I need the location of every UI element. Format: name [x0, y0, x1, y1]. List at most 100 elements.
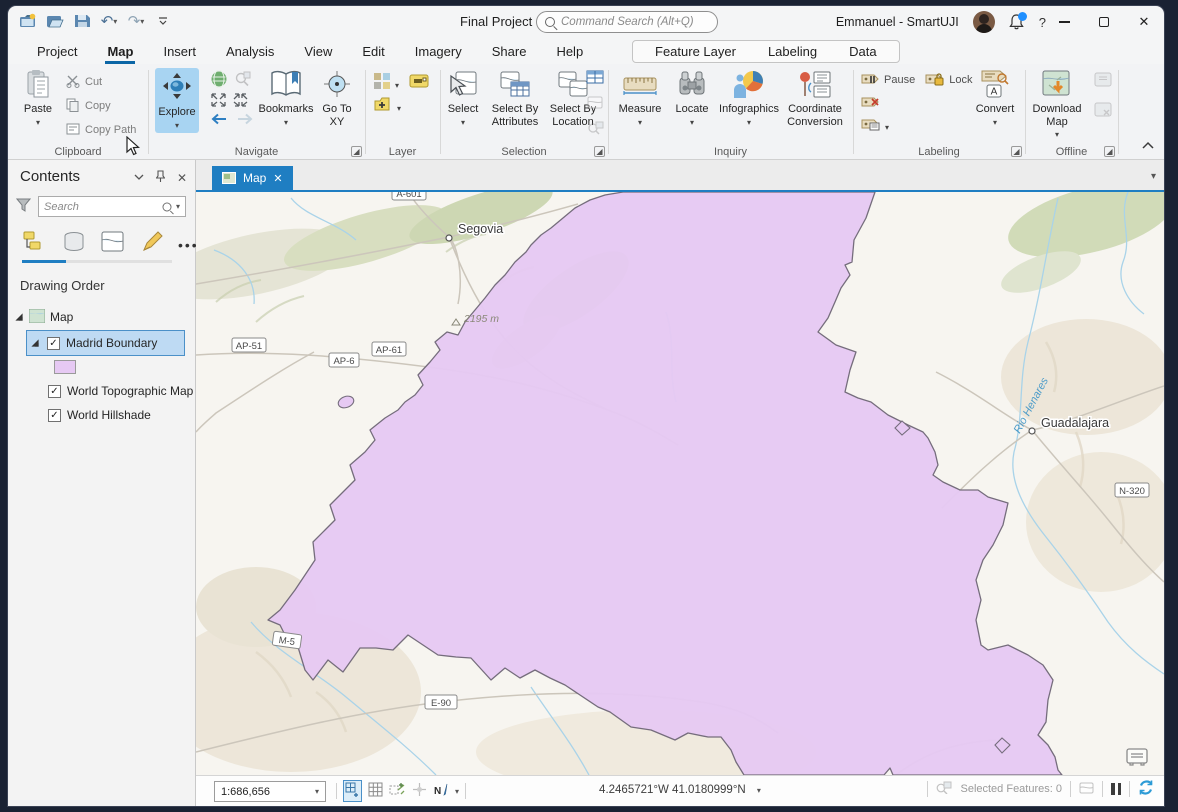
- madrid-boundary-symbol-row[interactable]: [8, 356, 195, 378]
- measure-button[interactable]: Measure: [614, 68, 666, 128]
- locate-button[interactable]: Locate: [668, 68, 716, 128]
- expander-icon[interactable]: [15, 313, 22, 320]
- contents-search-input[interactable]: [44, 201, 158, 213]
- tab-share[interactable]: Share: [477, 38, 542, 64]
- convert-labels-button[interactable]: A Convert: [971, 68, 1019, 128]
- previous-extent-icon[interactable]: [210, 112, 228, 131]
- map-view-tab[interactable]: Map ✕: [212, 166, 293, 190]
- download-map-button[interactable]: Download Map: [1029, 68, 1085, 141]
- explore-button[interactable]: Explore: [155, 68, 199, 133]
- list-by-selection-tab[interactable]: [100, 230, 126, 259]
- layer-row-map[interactable]: Map: [8, 306, 195, 328]
- fixed-zoom-out-icon[interactable]: [232, 92, 249, 113]
- refresh-button[interactable]: [1138, 780, 1154, 798]
- add-data-icon[interactable]: [373, 96, 391, 117]
- new-project-icon[interactable]: [18, 11, 38, 31]
- save-project-icon[interactable]: [72, 11, 92, 31]
- tab-view[interactable]: View: [289, 38, 347, 64]
- list-by-editing-tab[interactable]: [140, 230, 164, 259]
- boundary-color-swatch[interactable]: [54, 360, 76, 374]
- copy-button[interactable]: Copy: [66, 96, 136, 116]
- tab-project[interactable]: Project: [22, 38, 92, 64]
- zoom-to-selection-icon[interactable]: [234, 70, 252, 93]
- tab-imagery[interactable]: Imagery: [400, 38, 477, 64]
- filter-icon[interactable]: [16, 198, 31, 217]
- title-bar: ↶▾ ↷▾ Final Project Emmanuel - SmartUJI …: [8, 6, 1164, 38]
- full-extent-icon[interactable]: [210, 70, 228, 93]
- contents-pane-title: Contents: [20, 168, 80, 185]
- basemap-icon[interactable]: [373, 72, 391, 95]
- contents-search[interactable]: ▾: [38, 196, 186, 217]
- close-pane-icon[interactable]: ✕: [177, 171, 187, 185]
- bookmarks-button[interactable]: Bookmarks: [256, 68, 316, 128]
- coordinates-chevron-icon[interactable]: ▾: [757, 786, 761, 795]
- command-search[interactable]: [536, 11, 718, 33]
- tab-map[interactable]: Map: [92, 38, 148, 64]
- tab-edit[interactable]: Edit: [347, 38, 399, 64]
- zoom-to-selected-icon[interactable]: [936, 781, 952, 797]
- search-options-chevron-icon[interactable]: ▾: [176, 202, 180, 211]
- svg-text:E-90: E-90: [431, 698, 451, 709]
- world-hillshade-checkbox[interactable]: [48, 409, 61, 422]
- tab-analysis[interactable]: Analysis: [211, 38, 289, 64]
- madrid-boundary-checkbox[interactable]: [47, 337, 60, 350]
- clear-selection-icon[interactable]: [587, 96, 603, 114]
- pin-icon[interactable]: [156, 170, 165, 185]
- label-priorities-icon[interactable]: [861, 116, 881, 136]
- peak-elevation-label: 2195 m: [463, 313, 499, 325]
- map-canvas[interactable]: 2195 m Rio Henares Segovia Guadalajara: [196, 192, 1164, 775]
- user-avatar[interactable]: [973, 11, 995, 33]
- list-by-data-source-tab[interactable]: [62, 230, 86, 259]
- sync-map-icon[interactable]: [1094, 72, 1112, 92]
- command-search-input[interactable]: [561, 16, 709, 28]
- minimize-button[interactable]: [1044, 6, 1084, 38]
- tab-labeling[interactable]: Labeling: [752, 44, 833, 59]
- select-by-attributes-button[interactable]: Select By Attributes: [486, 68, 544, 128]
- notifications-bell-icon[interactable]: [1009, 13, 1025, 31]
- pause-drawing-button[interactable]: [1111, 783, 1121, 795]
- layer-row-madrid-boundary[interactable]: Madrid Boundary: [8, 332, 195, 354]
- label-properties-icon[interactable]: [409, 73, 429, 94]
- svg-text:AP-61: AP-61: [376, 345, 402, 356]
- list-by-drawing-order-tab[interactable]: [22, 230, 48, 259]
- open-project-icon[interactable]: [45, 11, 65, 31]
- next-extent-icon[interactable]: [236, 112, 254, 131]
- tab-list-chevron-icon[interactable]: ▾: [1151, 171, 1156, 182]
- select-button[interactable]: Select: [442, 68, 484, 128]
- account-name[interactable]: Emmanuel - SmartUJI: [836, 15, 959, 29]
- tab-feature-layer[interactable]: Feature Layer: [639, 44, 752, 59]
- attribute-table-icon[interactable]: [586, 70, 604, 89]
- clear-selection-icon[interactable]: [1079, 782, 1094, 797]
- cut-button[interactable]: Cut: [66, 72, 136, 92]
- redo-button[interactable]: ↷▾: [126, 11, 146, 31]
- layer-row-world-topographic[interactable]: World Topographic Map: [8, 380, 195, 402]
- collapse-ribbon-icon[interactable]: [1141, 137, 1155, 155]
- undo-button[interactable]: ↶▾: [99, 11, 119, 31]
- fixed-zoom-in-icon[interactable]: [210, 92, 227, 113]
- layer-row-world-hillshade[interactable]: World Hillshade: [8, 404, 195, 426]
- flipbook-overview-icon[interactable]: [1124, 745, 1150, 767]
- customize-quick-access-icon[interactable]: [153, 11, 173, 31]
- explore-icon: [162, 71, 192, 103]
- pointer-coordinates[interactable]: 4.2465721°W 41.0180999°N: [599, 784, 746, 796]
- coordinate-conversion-button[interactable]: Coordinate Conversion: [780, 68, 850, 128]
- zoom-to-selected-icon[interactable]: [587, 121, 604, 140]
- world-topographic-checkbox[interactable]: [48, 385, 61, 398]
- pause-labeling-button[interactable]: Pause: [861, 70, 915, 90]
- go-to-xy-button[interactable]: Go To XY: [316, 68, 358, 128]
- tab-data[interactable]: Data: [833, 44, 892, 59]
- clear-pin-labels-icon[interactable]: [861, 94, 881, 114]
- remove-map-icon[interactable]: [1094, 102, 1112, 122]
- close-button[interactable]: ✕: [1124, 6, 1164, 38]
- svg-text:M-5: M-5: [278, 635, 296, 648]
- tab-insert[interactable]: Insert: [148, 38, 211, 64]
- tab-help[interactable]: Help: [541, 38, 598, 64]
- close-tab-icon[interactable]: ✕: [273, 172, 282, 185]
- ribbon-tab-row: Project Map Insert Analysis View Edit Im…: [8, 38, 1164, 64]
- lock-labels-button[interactable]: Lock: [925, 70, 972, 90]
- infographics-button[interactable]: Infographics: [716, 68, 782, 128]
- expander-icon[interactable]: [31, 339, 38, 346]
- maximize-button[interactable]: [1084, 6, 1124, 38]
- paste-button[interactable]: Paste: [16, 68, 60, 128]
- pane-menu-chevron-icon[interactable]: [134, 172, 144, 184]
